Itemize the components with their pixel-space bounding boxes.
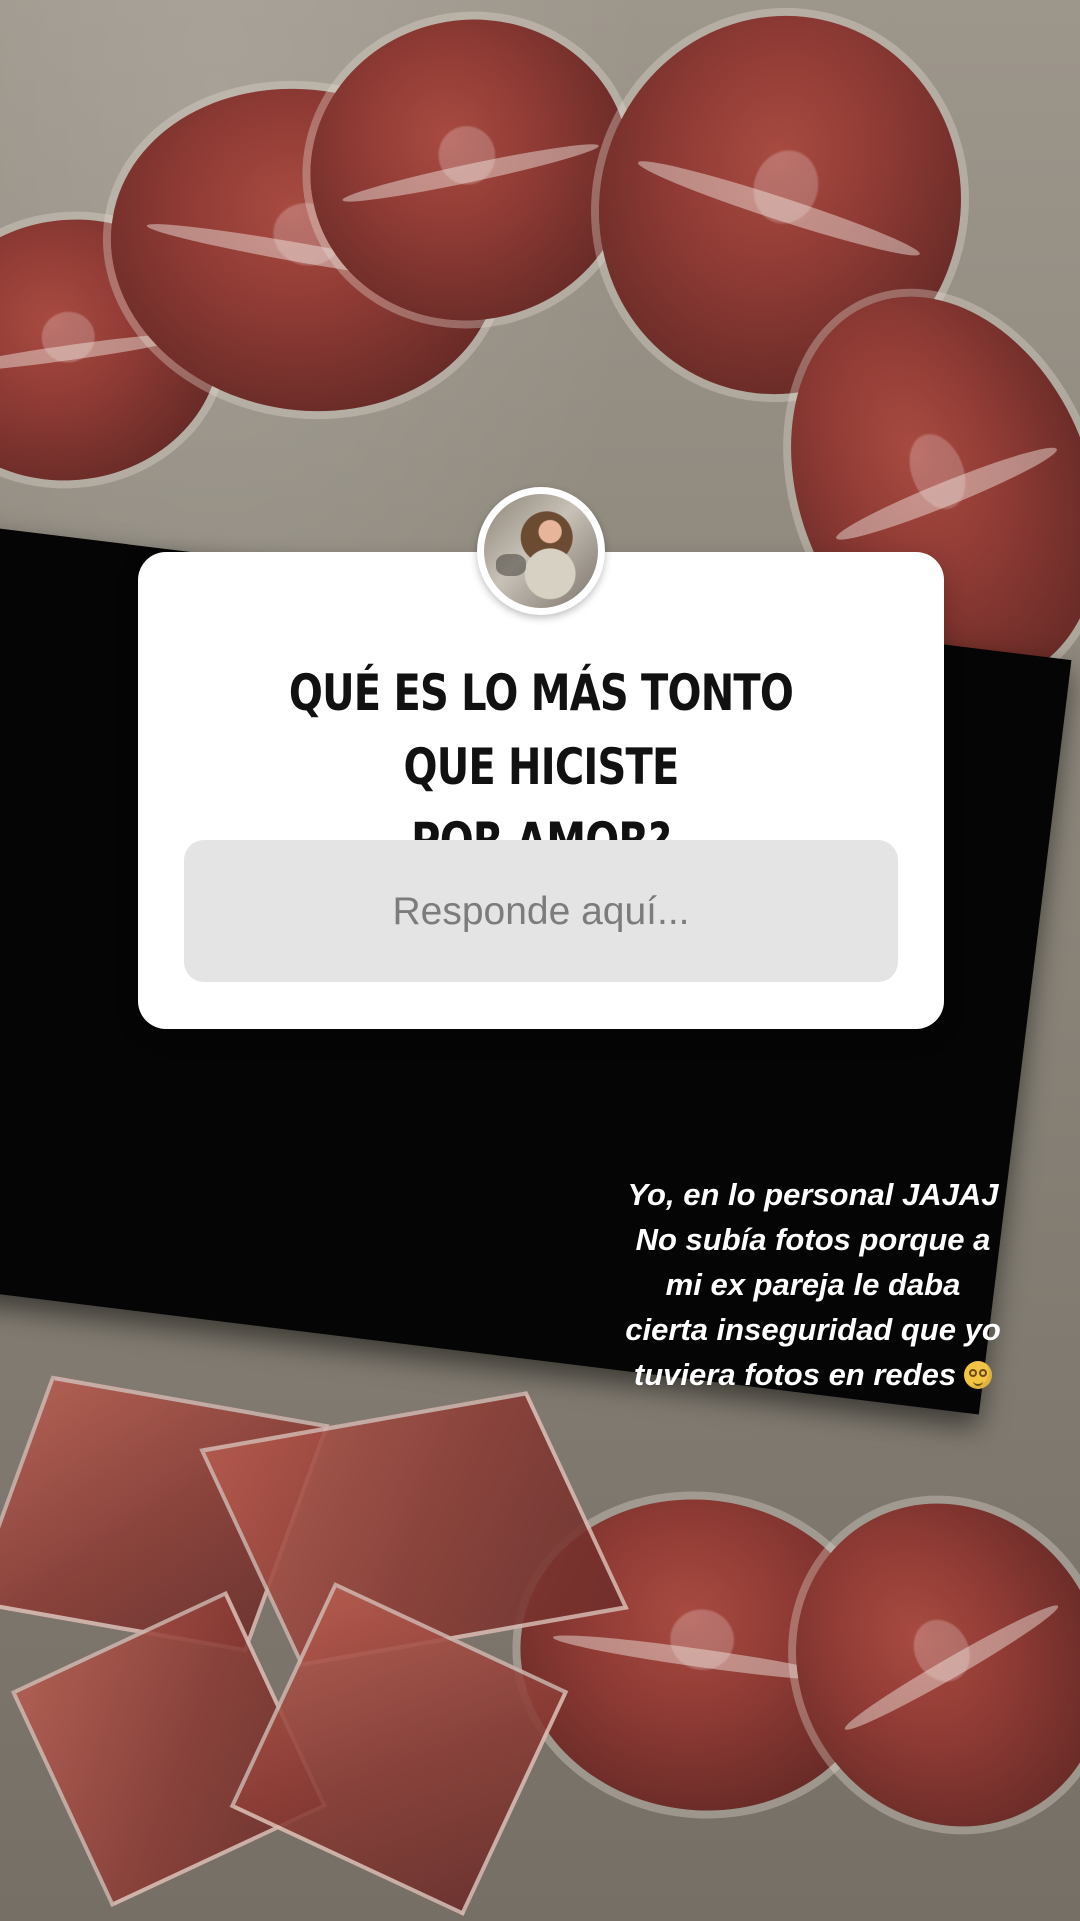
caption-line-1: Yo, en lo personal JAJAJ — [627, 1177, 999, 1212]
emoji-mouth-shape — [973, 1380, 984, 1386]
caption-line-5-wrap: tuviera fotos en redes — [558, 1352, 1068, 1397]
caption-line-2: No subía fotos porque a — [635, 1222, 991, 1257]
caption-line-4: cierta inseguridad que yo — [625, 1312, 1001, 1347]
butterfly-wing-background — [229, 1582, 569, 1916]
origami-butterfly-background — [0, 1375, 629, 1920]
reply-input[interactable]: Responde aquí... — [184, 840, 898, 982]
woozy-face-emoji-icon — [964, 1361, 993, 1389]
question-line-1: QUÉ ES LO MÁS TONTO QUE HICISTE — [288, 664, 794, 796]
caption-line-3: mi ex pareja le daba — [665, 1267, 961, 1302]
profile-photo-icon — [484, 494, 598, 608]
question-sticker[interactable]: QUÉ ES LO MÁS TONTO QUE HICISTE POR AMOR… — [138, 552, 944, 1029]
story-caption: Yo, en lo personal JAJAJ No subía fotos … — [558, 1172, 1068, 1397]
reply-placeholder: Responde aquí... — [392, 889, 690, 933]
profile-avatar[interactable] — [477, 487, 605, 615]
caption-line-5: tuviera fotos en redes — [633, 1357, 957, 1392]
